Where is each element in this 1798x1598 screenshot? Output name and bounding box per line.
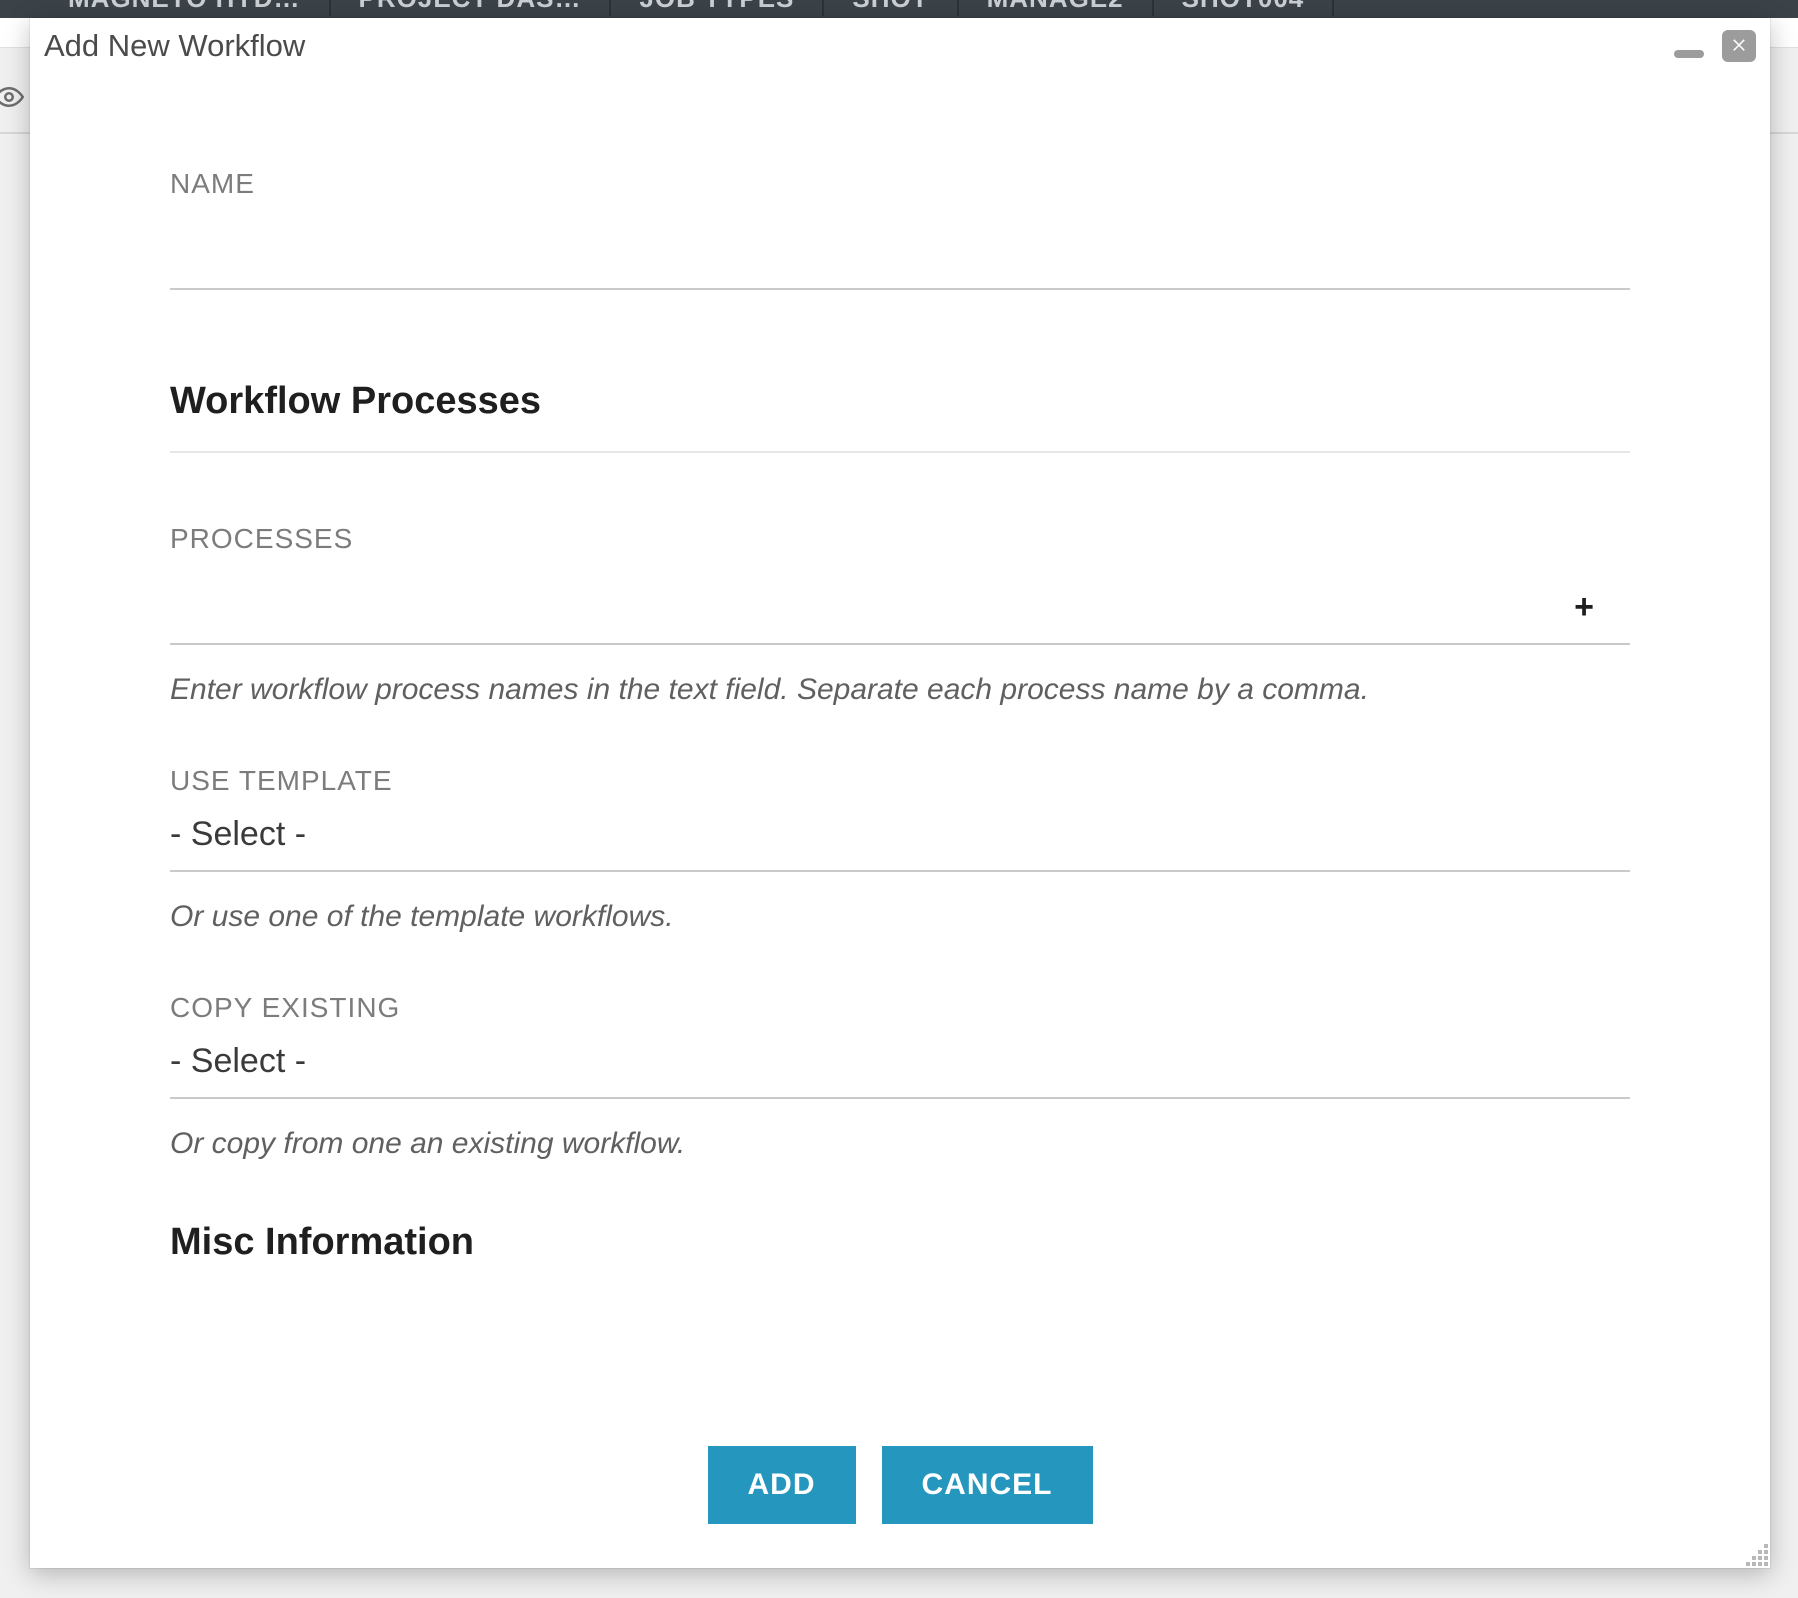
processes-help: Enter workflow process names in the text… [170, 673, 1630, 707]
bg-tab[interactable]: MANAGE2 [959, 0, 1154, 16]
modal-title: Add New Workflow [44, 28, 305, 64]
processes-label: PROCESSES [170, 523, 1630, 555]
copy-existing-select[interactable]: - Select - [170, 1036, 1630, 1099]
overflow-filler [170, 1292, 1630, 1406]
modal-titlebar: Add New Workflow [30, 18, 1770, 68]
bg-tab[interactable]: SHOT [824, 0, 958, 16]
copy-existing-value: - Select - [170, 1042, 306, 1081]
cancel-button[interactable]: CANCEL [882, 1446, 1093, 1524]
section-divider [170, 451, 1630, 453]
modal-footer: ADD CANCEL [30, 1406, 1770, 1568]
bg-tab[interactable]: PROJECT DAS… [331, 0, 612, 16]
use-template-select[interactable]: - Select - [170, 809, 1630, 872]
use-template-value: - Select - [170, 815, 306, 854]
name-input[interactable] [170, 230, 1630, 290]
add-button[interactable]: ADD [708, 1446, 856, 1524]
use-template-label: USE TEMPLATE [170, 765, 1630, 797]
plus-icon: + [1574, 588, 1594, 626]
close-button[interactable] [1722, 30, 1756, 62]
misc-info-heading: Misc Information [170, 1221, 1630, 1264]
name-field-group: NAME [170, 168, 1630, 290]
close-icon [1730, 35, 1748, 58]
add-workflow-modal: Add New Workflow NAME Workflow Processes… [30, 18, 1770, 1568]
resize-handle[interactable] [1734, 1532, 1770, 1568]
use-template-help: Or use one of the template workflows. [170, 900, 1630, 934]
use-template-field-group: USE TEMPLATE - Select - Or use one of th… [170, 765, 1630, 934]
workflow-processes-heading: Workflow Processes [170, 380, 1630, 423]
modal-body[interactable]: NAME Workflow Processes PROCESSES + Ente… [30, 68, 1770, 1406]
titlebar-controls [1674, 30, 1756, 62]
copy-existing-label: COPY EXISTING [170, 992, 1630, 1024]
eye-icon[interactable] [0, 82, 24, 120]
bg-tab[interactable]: JOB TYPES [611, 0, 824, 16]
name-label: NAME [170, 168, 1630, 200]
bg-tab[interactable]: MAGNETO HYD… [40, 0, 331, 16]
resize-icon [1734, 1555, 1770, 1572]
copy-existing-help: Or copy from one an existing workflow. [170, 1127, 1630, 1161]
copy-existing-field-group: COPY EXISTING - Select - Or copy from on… [170, 992, 1630, 1161]
add-process-button[interactable]: + [1574, 588, 1594, 627]
minimize-button[interactable] [1674, 50, 1704, 58]
processes-input[interactable] [170, 585, 1630, 645]
bg-tab[interactable]: SHOT004 [1154, 0, 1335, 16]
background-tabs: MAGNETO HYD… PROJECT DAS… JOB TYPES SHOT… [0, 0, 1798, 18]
processes-field-group: PROCESSES + Enter workflow process names… [170, 523, 1630, 707]
